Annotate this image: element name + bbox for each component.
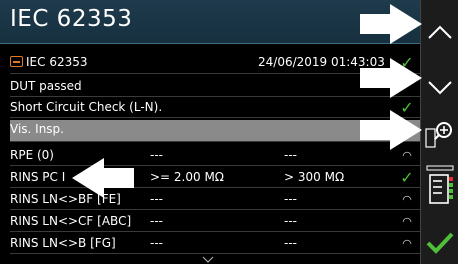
- result-list-button[interactable]: [421, 160, 458, 210]
- row-name: RINS PC I: [10, 170, 66, 184]
- row-name: Vis. Insp.: [10, 122, 64, 136]
- result-row[interactable]: DUT passed: [10, 77, 420, 97]
- list-icon: [426, 165, 454, 204]
- title-bar: IEC 62353: [0, 0, 420, 44]
- gauge-icon: ◠: [402, 237, 412, 250]
- row-value: ---: [150, 148, 163, 162]
- result-header-row: IEC 62353 24/06/2019 01:43:03 ✓: [10, 53, 420, 74]
- gauge-icon: ◠: [402, 193, 412, 206]
- result-row[interactable]: RINS LN<>CF [ABC] --- --- ◠: [10, 212, 420, 232]
- test-result-screen: IEC 62353 IEC 62353 24/06/2019 01:43:03 …: [0, 0, 420, 264]
- gauge-icon: ◠: [402, 215, 412, 228]
- zoom-in-icon: [425, 122, 452, 148]
- zoom-details-button[interactable]: [421, 116, 458, 156]
- folder-icon: [10, 56, 23, 67]
- annotation-arrow-zoom-icon: [360, 110, 422, 150]
- chevron-down-icon: [428, 81, 452, 95]
- row-limit: ---: [284, 214, 297, 228]
- row-name: RPE (0): [10, 148, 54, 162]
- checkmark-icon: [426, 232, 454, 254]
- page-title: IEC 62353: [10, 6, 133, 32]
- annotation-arrow-up-icon: [360, 4, 422, 44]
- row-name: Short Circuit Check (L-N).: [10, 100, 163, 114]
- row-name: RINS LN<>B [FG]: [10, 236, 116, 250]
- scroll-down-indicator-icon: [202, 256, 214, 263]
- row-value: ---: [150, 214, 163, 228]
- test-name-cell: IEC 62353: [10, 53, 88, 72]
- row-limit: ---: [284, 192, 297, 206]
- row-value: ---: [150, 192, 163, 206]
- result-row[interactable]: Short Circuit Check (L-N). ✓: [10, 98, 420, 118]
- row-value: ---: [150, 236, 163, 250]
- confirm-button[interactable]: [421, 222, 458, 264]
- scroll-up-button[interactable]: [421, 8, 458, 56]
- test-name: IEC 62353: [26, 55, 88, 69]
- row-value: >= 2.00 MΩ: [150, 170, 224, 184]
- side-button-panel: [420, 0, 458, 264]
- row-limit: > 300 MΩ: [284, 170, 345, 184]
- result-row[interactable]: RINS LN<>B [FG] --- --- ◠: [10, 234, 420, 254]
- annotation-arrow-down-icon: [360, 58, 422, 98]
- row-name: RINS LN<>CF [ABC]: [10, 214, 132, 228]
- check-icon: ✓: [400, 168, 414, 187]
- chevron-up-icon: [428, 25, 452, 39]
- scroll-down-button[interactable]: [421, 64, 458, 112]
- row-name: DUT passed: [10, 79, 82, 93]
- row-limit: ---: [284, 148, 297, 162]
- result-row-selected[interactable]: Vis. Insp.: [10, 120, 420, 142]
- annotation-arrow-left-icon: [72, 158, 134, 198]
- row-limit: ---: [284, 236, 297, 250]
